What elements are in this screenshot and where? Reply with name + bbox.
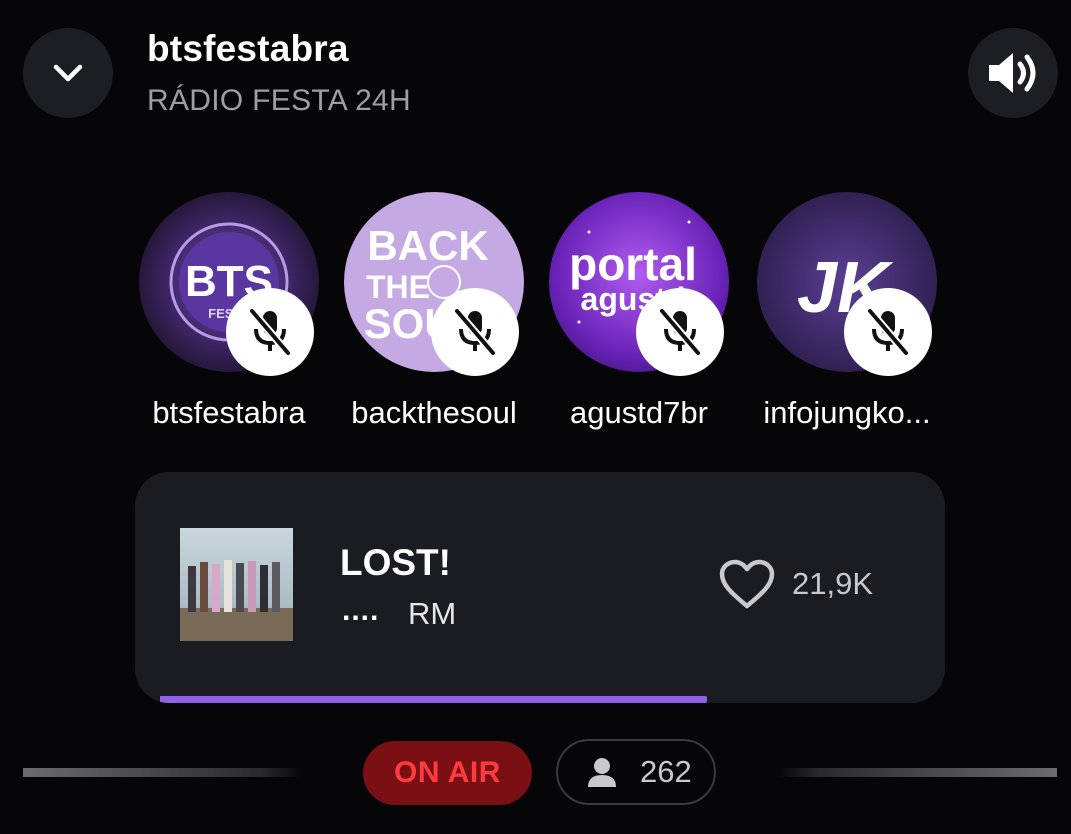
mic-muted-badge	[636, 288, 724, 376]
progress-bar	[160, 696, 920, 703]
mic-off-icon	[866, 308, 910, 356]
album-cover	[180, 528, 293, 641]
listener-count-pill[interactable]: 262	[556, 739, 716, 805]
song-artist: RM	[408, 596, 457, 631]
mic-muted-badge	[844, 288, 932, 376]
mic-muted-badge	[431, 288, 519, 376]
divider-right	[778, 768, 1057, 777]
chevron-down-icon	[53, 64, 83, 82]
now-playing-card[interactable]: LOST! .... RM 21,9K	[135, 472, 945, 703]
host-infojungkook[interactable]: JK infojungko...	[747, 192, 947, 442]
mic-off-icon	[658, 308, 702, 356]
room-title: btsfestabra	[147, 28, 349, 69]
listener-count: 262	[640, 754, 692, 789]
on-air-badge: ON AIR	[363, 741, 532, 805]
like-count: 21,9K	[792, 566, 874, 601]
divider-left	[23, 768, 303, 777]
volume-button[interactable]	[968, 28, 1058, 118]
room-subtitle: RÁDIO FESTA 24H	[147, 84, 412, 117]
mic-muted-badge	[226, 288, 314, 376]
speaker-volume-icon	[989, 53, 1036, 93]
mic-off-icon	[453, 308, 497, 356]
person-icon	[588, 758, 616, 787]
host-agustd7br[interactable]: portal agustd agustd7br	[539, 192, 739, 442]
host-name: backthesoul	[351, 395, 517, 430]
song-title: LOST!	[340, 542, 451, 583]
heart-icon[interactable]	[718, 558, 776, 610]
collapse-button[interactable]	[23, 28, 113, 118]
host-name: agustd7br	[570, 395, 708, 430]
host-name: infojungko...	[763, 395, 931, 430]
explicit-dots: ....	[342, 594, 380, 627]
progress-fill	[160, 696, 708, 703]
avatar-logo-text: BACK	[367, 222, 488, 269]
host-backthesoul[interactable]: BACK THE SOUL backthesoul	[334, 192, 534, 442]
host-name: btsfestabra	[152, 395, 306, 430]
host-btsfestabra[interactable]: BTS FESTA btsfestabra	[129, 192, 329, 442]
mic-off-icon	[248, 308, 292, 356]
